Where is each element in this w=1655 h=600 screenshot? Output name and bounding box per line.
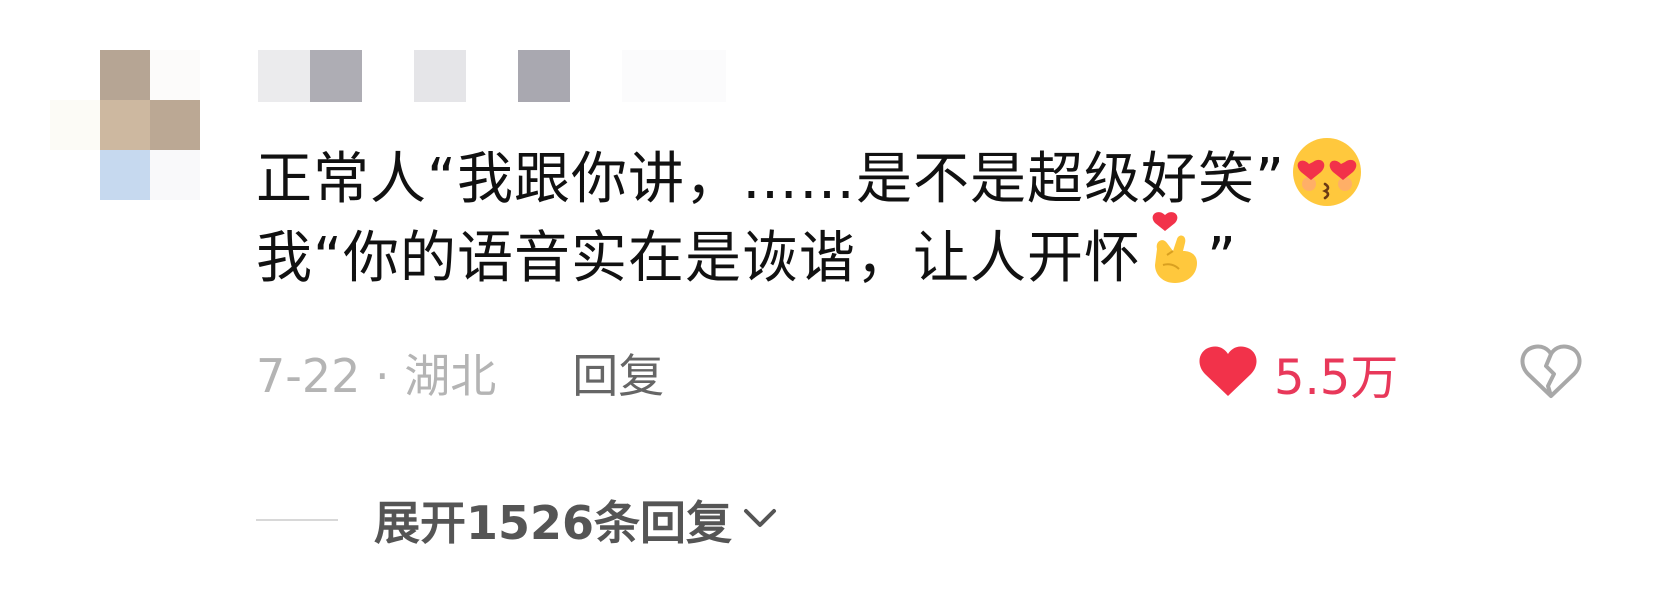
expand-replies-label: 展开1526条回复 — [374, 496, 733, 550]
divider-line — [256, 519, 338, 521]
comment-line-1: 正常人“我跟你讲，……是不是超级好笑” — [256, 132, 1556, 212]
finger-heart-emoji — [1143, 209, 1205, 307]
reply-button[interactable]: 回复 — [572, 340, 664, 406]
broken-heart-icon — [1520, 344, 1582, 404]
dislike-button[interactable] — [1520, 344, 1582, 400]
like-count: 5.5万 — [1274, 350, 1399, 406]
username-blurred[interactable] — [258, 50, 726, 102]
heart-eyes-kiss-emoji — [1287, 132, 1367, 228]
expand-replies-button[interactable]: 展开1526条回复 — [256, 490, 780, 550]
chevron-down-icon — [740, 505, 780, 535]
comment-date-location: 7-22 · 湖北 — [256, 349, 497, 403]
avatar[interactable] — [50, 50, 200, 200]
comment-text: 正常人“我跟你讲，……是不是超级好笑” 我“你的语音实在是诙谐，让人开怀 ” — [256, 132, 1556, 291]
heart-icon — [1198, 344, 1258, 402]
comment-meta: 7-22 · 湖北 回复 — [256, 338, 664, 408]
like-button[interactable]: 5.5万 — [1198, 338, 1398, 408]
